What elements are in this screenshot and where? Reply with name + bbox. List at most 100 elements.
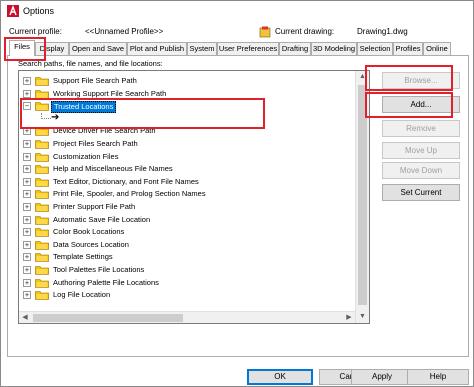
tree-item-label: Customization Files [53,151,119,161]
scroll-up-icon[interactable]: ▲ [356,71,369,83]
tree-item[interactable]: + Automatic Save File Location [19,214,349,226]
expand-icon[interactable]: + [23,127,31,136]
expand-icon[interactable]: + [23,228,31,237]
vertical-scrollbar[interactable]: ▲ ▼ [355,71,369,323]
horizontal-scrollbar[interactable]: ◀ ▶ [19,311,355,323]
tree-item-label: Project Files Search Path [53,139,138,148]
tree-item[interactable]: + Support File Search Path [19,75,349,87]
folder-icon [35,177,49,187]
window-title: Options [23,6,55,16]
expand-icon[interactable]: + [23,240,31,249]
expand-icon[interactable]: + [23,253,31,262]
tree-item[interactable]: + Template Settings [19,251,349,263]
tree-item[interactable]: + Tool Palettes File Locations [19,264,349,276]
folder-icon [35,203,49,212]
tree-child-row[interactable]: ➔ [19,111,349,125]
add-button[interactable]: Add... [382,96,460,113]
expand-icon[interactable]: + [23,291,31,300]
help-button[interactable]: Help [407,369,469,385]
tab-plot-and-publish[interactable]: Plot and Publish [127,42,187,55]
tree-item[interactable]: + Help and Miscellaneous File Names [19,163,349,175]
tree-item[interactable]: + Project Files Search Path [19,138,349,150]
current-drawing-value: Drawing1.dwg [357,27,408,36]
scroll-right-icon[interactable]: ▶ [343,312,355,323]
folder-icon [35,228,49,237]
expand-icon[interactable]: + [23,140,31,148]
tab-online[interactable]: Online [423,42,451,55]
current-profile-value: <<Unnamed Profile>> [85,27,164,36]
expand-icon[interactable]: + [23,190,31,199]
move-up-button[interactable]: Move Up [382,142,460,159]
tree-item-label: Color Book Locations [53,227,125,237]
tree-item-label: Text Editor, Dictionary, and Font File N… [53,176,199,186]
tree-item[interactable]: + Print File, Spooler, and Prolog Section… [19,188,349,200]
collapse-icon[interactable]: − [23,102,31,111]
tree-item-label: Template Settings [53,252,113,262]
expand-icon[interactable]: + [23,215,31,224]
folder-icon [35,152,49,162]
remove-button[interactable]: Remove [382,120,460,137]
tree-item[interactable]: + Data Sources Location [19,239,349,251]
folder-icon [35,266,49,275]
tree-item[interactable]: + Customization Files [19,151,349,163]
tab-3d-modeling[interactable]: 3D Modeling [311,42,357,55]
folder-icon [35,165,49,174]
tree-item[interactable]: + Color Book Locations [19,226,349,238]
folder-icon [35,278,49,288]
scroll-down-icon[interactable]: ▼ [356,311,369,323]
tree-item-label: Tool Palettes File Locations [53,265,145,274]
ok-button[interactable]: OK [247,369,313,385]
tree-item[interactable]: + Printer Support File Path [19,201,349,213]
tree-caption: Search paths, file names, and file locat… [18,59,163,68]
expand-icon[interactable]: + [23,203,31,211]
autocad-app-icon [7,5,19,17]
search-paths-tree[interactable]: + Support File Search Path + Working Suppor… [18,70,370,324]
options-dialog: Options Current profile: <<Unnamed Profi… [0,0,474,387]
expand-icon[interactable]: + [23,152,31,161]
tree-item-label: Help and Miscellaneous File Names [53,164,173,174]
tree-item-label: Print File, Spooler, and Prolog Section … [53,189,206,199]
tree-connector [41,112,51,119]
expand-icon[interactable]: + [23,89,31,98]
drawing-file-icon [259,26,271,38]
browse-button[interactable]: Browse... [382,72,460,89]
folder-icon [35,89,49,99]
scroll-left-icon[interactable]: ◀ [19,312,31,323]
folder-icon [35,77,49,86]
tab-files[interactable]: Files [9,40,35,56]
title-bar: Options [1,1,473,21]
vertical-scroll-thumb[interactable] [358,85,367,305]
horizontal-scroll-thumb[interactable] [33,314,183,322]
tree-item-label: Support File Search Path [53,76,137,85]
expand-icon[interactable]: + [23,77,31,85]
tree-item-label: Device Driver File Search Path [53,126,156,136]
tree-item[interactable]: + Authoring Palette File Locations [19,277,349,289]
tab-user-preferences[interactable]: User Preferences [217,42,279,55]
folder-icon [35,215,49,225]
tab-drafting[interactable]: Drafting [279,42,311,55]
expand-icon[interactable]: + [23,266,31,274]
tree-item[interactable]: + Working Support File Search Path [19,88,349,100]
files-tab-panel: Search paths, file names, and file locat… [7,55,469,357]
tab-profiles[interactable]: Profiles [393,42,423,55]
move-down-button[interactable]: Move Down [382,162,460,179]
tab-system[interactable]: System [187,42,217,55]
tree-item[interactable]: − Trusted Locations [19,100,349,114]
folder-icon [35,253,49,263]
expand-icon[interactable]: + [23,177,31,186]
tab-selection[interactable]: Selection [357,42,393,55]
arrow-icon: ➔ [51,111,60,123]
tree-item-label: Automatic Save File Location [53,214,151,224]
expand-icon[interactable]: + [23,278,31,287]
tree-item[interactable]: + Text Editor, Dictionary, and Font File … [19,176,349,188]
tab-open-and-save[interactable]: Open and Save [69,42,127,55]
apply-button[interactable]: Apply [351,369,413,385]
tab-strip: Files Display Open and Save Plot and Pub… [7,40,467,56]
expand-icon[interactable]: + [23,165,31,174]
tree-item-label: Printer Support File Path [53,202,136,211]
tree-item[interactable]: + Log File Location [19,289,349,301]
tab-display[interactable]: Display [35,42,69,55]
set-current-button[interactable]: Set Current [382,184,460,201]
tree-item[interactable]: + Device Driver File Search Path [19,125,349,137]
profile-info: Current profile: <<Unnamed Profile>> Cur… [9,26,469,39]
